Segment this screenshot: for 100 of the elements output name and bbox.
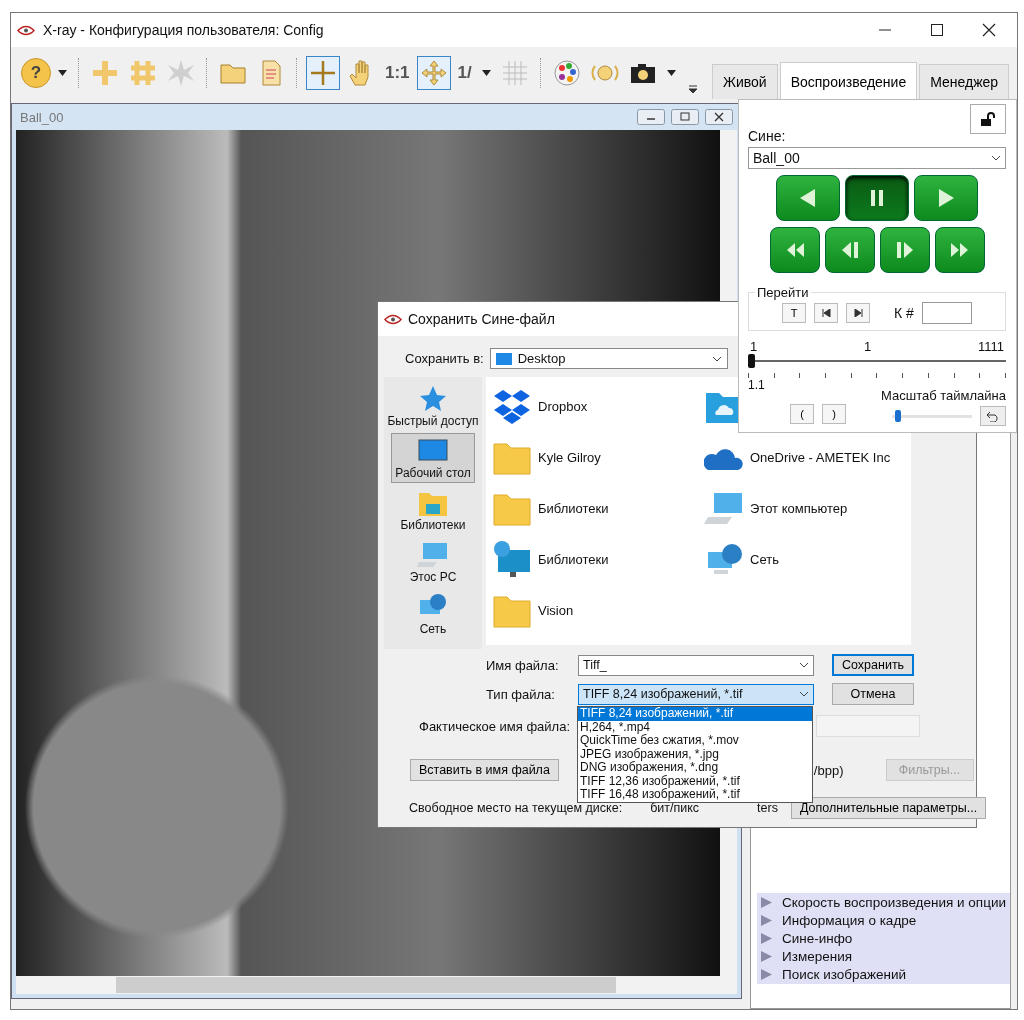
bracket-button[interactable]: (	[790, 404, 814, 424]
file-name[interactable]: Vision	[538, 603, 574, 618]
file-name[interactable]: Сеть	[750, 552, 779, 567]
skip-end-icon	[853, 309, 863, 317]
play-button[interactable]	[914, 175, 978, 221]
maximize-icon[interactable]	[930, 23, 944, 37]
pause-button[interactable]	[845, 175, 909, 221]
file-name-label: Имя файла:	[485, 657, 560, 673]
file-type-label: Тип файла:	[485, 686, 556, 702]
toolbar-button[interactable]: 1/	[454, 57, 475, 89]
save-button[interactable]: Сохранить	[832, 654, 914, 676]
dialog-title: Сохранить Сине-файл	[408, 311, 555, 327]
fast-rewind-button[interactable]	[769, 227, 820, 273]
tab[interactable]: Воспроизведение	[779, 62, 918, 99]
section-link[interactable]: Поиск изображений	[782, 967, 907, 982]
timeline-current-label: 1	[864, 339, 872, 354]
free-space-label: Свободное место на текущем диске:	[409, 801, 623, 815]
bpp-text: /bpp)	[813, 762, 844, 778]
save-in-dropdown[interactable]: Desktop	[489, 348, 728, 369]
expand-triangle-icon[interactable]	[761, 951, 772, 962]
file-type-option[interactable]: QuickTime без сжатия, *.mov	[578, 734, 812, 748]
timeline-sub-label: 1.1	[748, 378, 765, 392]
slider-thumb[interactable]	[748, 354, 755, 368]
unlocked-padlock-icon	[980, 111, 996, 127]
place-item[interactable]: Этос PC	[405, 537, 461, 587]
section-link[interactable]: Информация о кадре	[782, 913, 917, 928]
eye-icon	[17, 24, 35, 36]
fast-forward-button[interactable]	[934, 227, 985, 273]
eye-icon	[384, 313, 402, 325]
horizontal-scrollbar[interactable]	[16, 976, 737, 994]
section-link[interactable]: Сине-инфо	[782, 931, 853, 946]
place-item[interactable]: Быстрый доступ	[383, 381, 483, 431]
globe-monitor-icon	[492, 539, 532, 580]
section-link[interactable]: Измерения	[782, 949, 852, 964]
chevron-down-icon	[799, 691, 809, 697]
chevron-down-icon	[711, 355, 722, 362]
insert-into-file-name-button[interactable]: Вставить в имя файла	[410, 759, 559, 781]
section-link[interactable]: Скорость воспроизведения и опции	[782, 895, 1006, 910]
skip-start-icon	[821, 309, 831, 317]
place-item[interactable]: Библиотеки	[396, 485, 470, 535]
file-name[interactable]: Библиотеки	[538, 501, 609, 516]
file-name[interactable]: OneDrive - AMETEK Inc	[750, 450, 891, 465]
file-type-option[interactable]: TIFF 12,36 изображений, *.tif	[578, 774, 812, 788]
caret-icon[interactable]	[666, 70, 676, 76]
t-button[interactable]: T	[782, 303, 807, 323]
timeline-end-label: 1111	[977, 339, 1004, 354]
bits-per-pixel-text: бит/пикс	[650, 801, 700, 815]
desktop-icon	[495, 352, 512, 365]
cine-dropdown[interactable]: Ball_00	[748, 147, 1006, 169]
last-frame-button[interactable]	[846, 303, 871, 323]
timeline-start-label: 1	[750, 339, 758, 354]
step-forward-button[interactable]	[879, 227, 930, 273]
file-name-field[interactable]: Tiff_	[578, 654, 814, 676]
help-button[interactable]: ?	[21, 58, 51, 88]
chevron-down-icon	[991, 155, 1001, 161]
goto-title: Перейти	[756, 285, 810, 300]
save-in-label: Сохранить в:	[405, 351, 484, 366]
move-arrows-icon[interactable]	[416, 56, 451, 90]
close-icon[interactable]	[982, 23, 996, 37]
expand-triangle-icon[interactable]	[761, 897, 772, 908]
file-type-option[interactable]: JPEG изображения, *.jpg	[578, 747, 812, 761]
place-item[interactable]: Рабочий стол	[391, 433, 475, 483]
file-name[interactable]: Библиотеки	[538, 552, 609, 567]
computer-icon	[416, 540, 450, 570]
expand-triangle-icon[interactable]	[761, 933, 772, 944]
advanced-options-button[interactable]: Дополнительные параметры...	[790, 797, 987, 819]
step-back-button[interactable]	[824, 227, 875, 273]
expand-triangle-icon[interactable]	[761, 969, 772, 980]
file-type-option[interactable]: TIFF 8,24 изображений, *.tif	[578, 707, 812, 721]
reverse-button[interactable]	[776, 175, 840, 221]
file-type-dropdown[interactable]: TIFF 8,24 изображений, *.tif	[578, 683, 814, 705]
place-item[interactable]: Сеть	[412, 589, 454, 639]
timeline-zoom-label: Масштаб таймлайна	[881, 388, 1006, 403]
file-name[interactable]: Этот компьютер	[750, 501, 848, 516]
chevron-down-icon	[799, 662, 809, 668]
first-frame-button[interactable]	[814, 303, 839, 323]
bracket-button[interactable]: )	[822, 404, 846, 424]
toolbar-button[interactable]: 1:1	[382, 57, 413, 89]
image-window-title: Ball_00	[20, 109, 64, 125]
file-name[interactable]: Kyle Gilroy	[538, 450, 601, 465]
actual-file-name-label: Фактическое имя файла:	[419, 718, 571, 734]
tab[interactable]: Менеджер	[919, 64, 1010, 99]
minimize-icon[interactable]	[637, 109, 665, 125]
caret-icon[interactable]	[481, 70, 491, 76]
reset-button[interactable]	[980, 406, 1006, 426]
expand-triangle-icon[interactable]	[761, 915, 772, 926]
cancel-button[interactable]: Отмена	[832, 683, 914, 705]
ters-text: ters	[757, 801, 778, 815]
frame-number-field[interactable]	[921, 302, 972, 324]
file-type-option[interactable]: DNG изображения, *.dng	[578, 761, 812, 775]
undo-arrow-icon	[986, 410, 1000, 422]
lock-button[interactable]	[970, 104, 1006, 134]
file-name[interactable]: Dropbox	[538, 399, 588, 414]
slider-thumb[interactable]	[895, 409, 902, 422]
crosshair-icon[interactable]	[306, 56, 340, 90]
caret-icon[interactable]	[58, 70, 67, 76]
close-icon[interactable]	[705, 109, 733, 125]
tab[interactable]: Живой	[712, 64, 778, 99]
file-type-option[interactable]: H,264, *.mp4	[578, 720, 812, 734]
frame-number-label: К #	[894, 305, 914, 321]
